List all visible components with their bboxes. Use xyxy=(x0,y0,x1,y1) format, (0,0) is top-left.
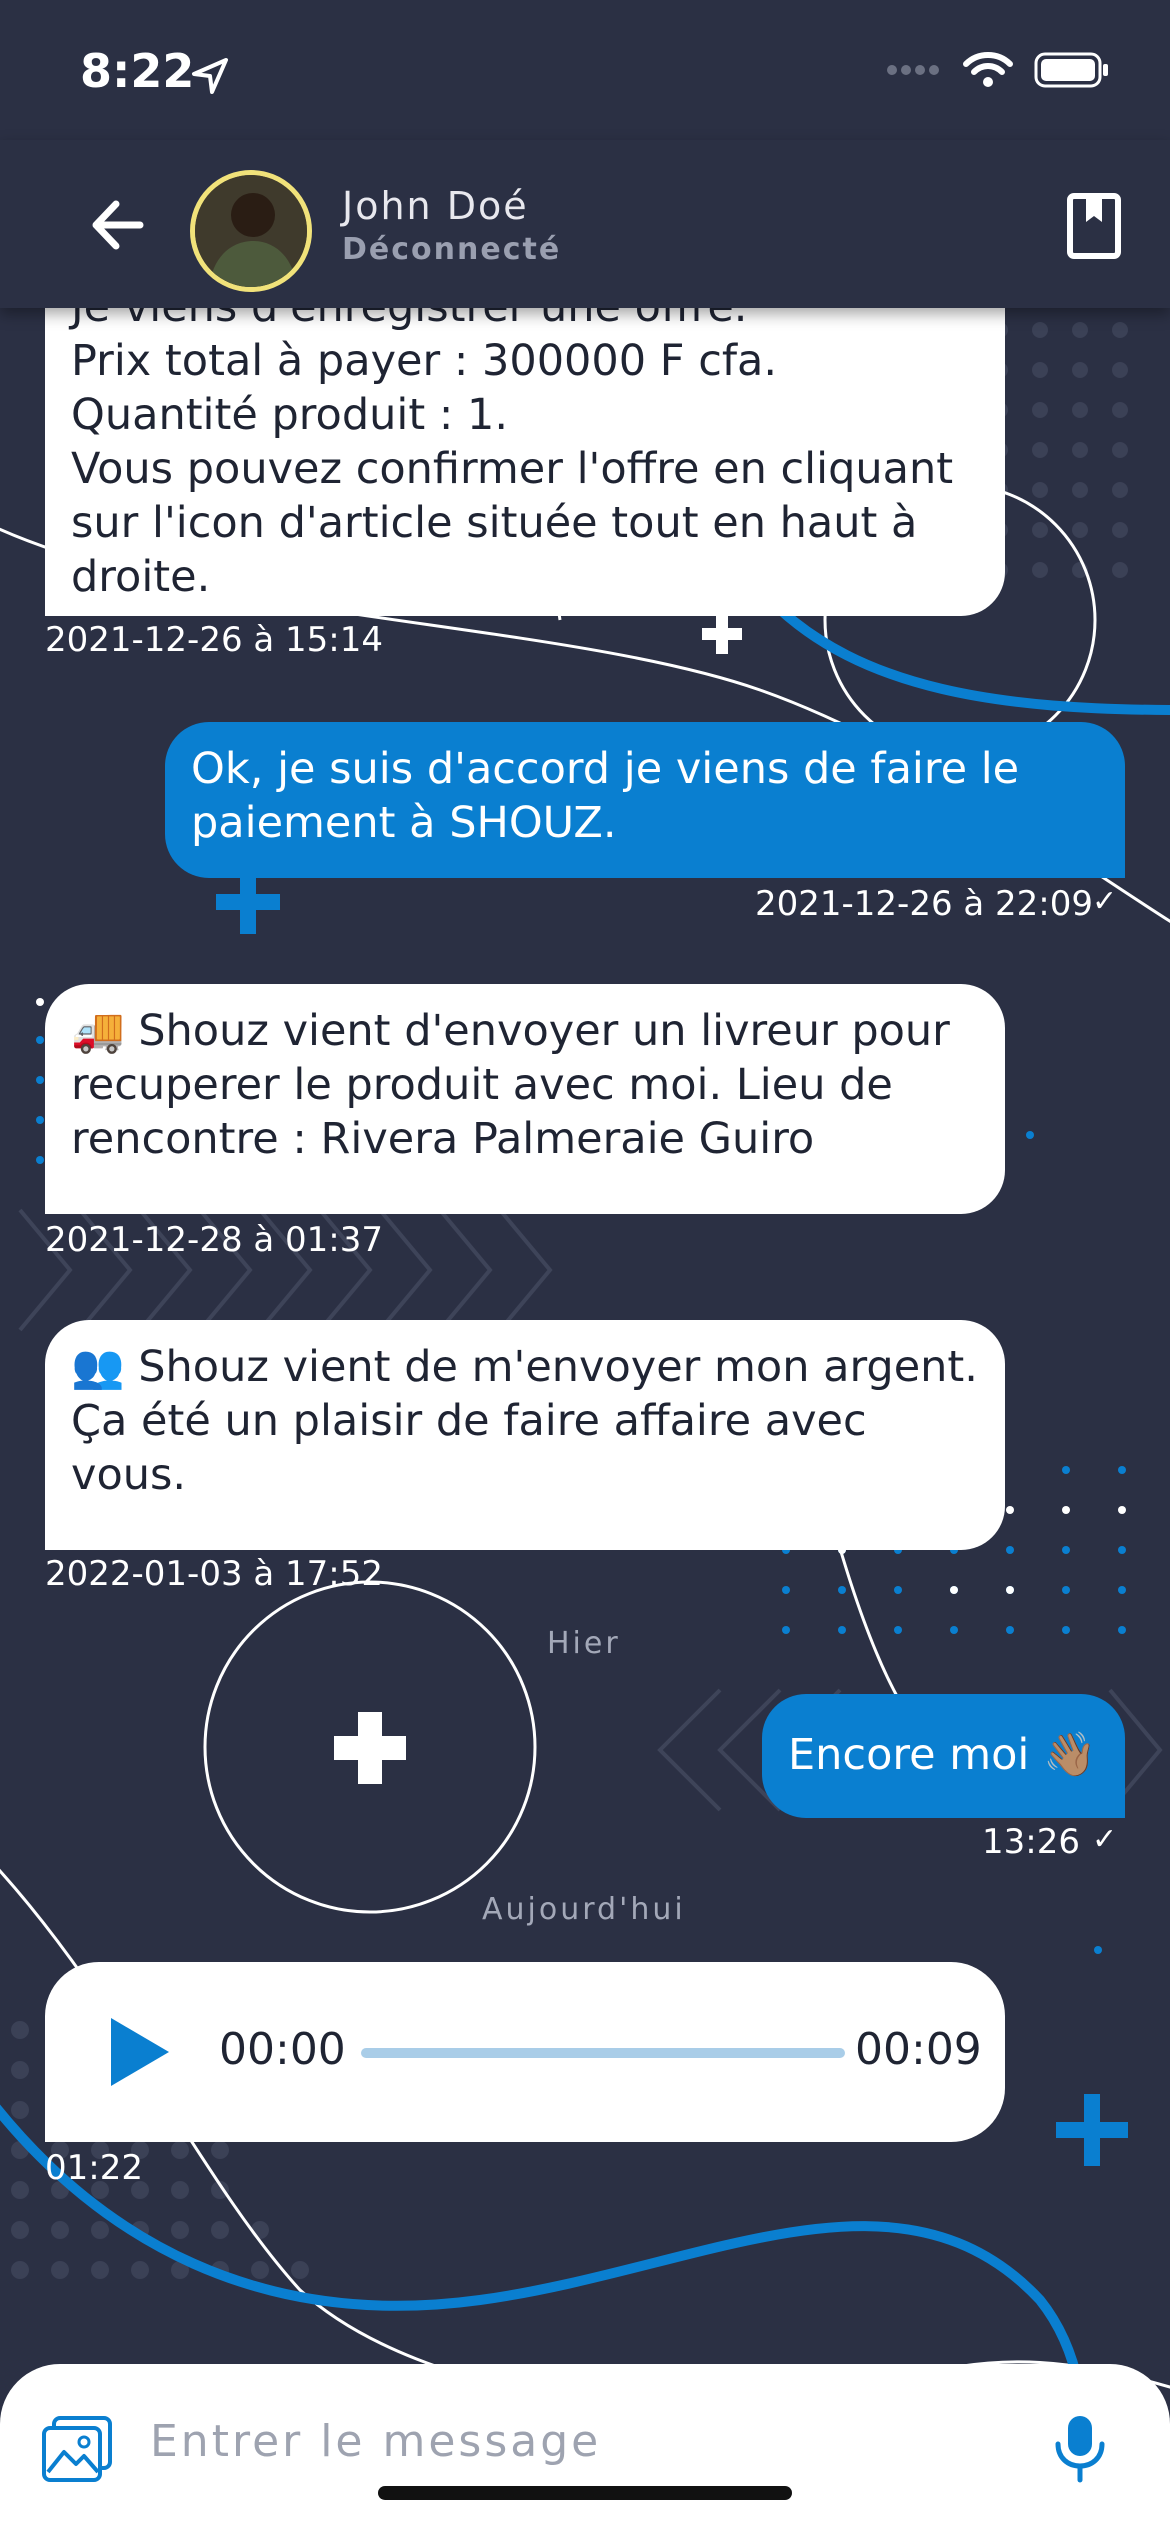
message-input[interactable] xyxy=(150,2406,1030,2476)
location-arrow-icon xyxy=(192,58,228,94)
audio-duration: 00:09 xyxy=(855,2024,982,2075)
battery-icon xyxy=(1034,52,1108,88)
status-bar: 8:22 xyxy=(0,0,1170,140)
message-text: 👥 Shouz vient de m'envoyer mon argent. Ç… xyxy=(71,1342,978,1500)
message-composer xyxy=(0,2364,1170,2532)
audio-current-time: 00:00 xyxy=(219,2024,346,2075)
message-bubble-incoming[interactable]: 🚚 Shouz vient d'envoyer un livreur pour … xyxy=(45,984,1005,1214)
audio-message-bubble: 00:00 00:09 xyxy=(45,1962,1005,2142)
date-divider-today: Aujourd'hui xyxy=(482,1892,686,1927)
message-timestamp: 2021-12-26 à 22:09 xyxy=(755,884,1094,924)
arrow-left-icon[interactable] xyxy=(84,190,154,260)
cellular-signal-icon xyxy=(887,65,939,75)
status-time: 8:22 xyxy=(80,44,195,98)
avatar[interactable] xyxy=(190,170,312,292)
message-bubble-outgoing[interactable]: Encore moi 👋🏽 xyxy=(762,1694,1125,1818)
people-icon: 👥 xyxy=(71,1342,125,1392)
home-indicator xyxy=(378,2486,792,2500)
wifi-icon xyxy=(963,52,1013,87)
contact-status: Déconnecté xyxy=(342,232,562,267)
microphone-icon[interactable] xyxy=(1050,2412,1110,2484)
message-timestamp: 2021-12-26 à 15:14 xyxy=(45,620,384,660)
message-bubble-incoming[interactable]: 👥 Shouz vient de m'envoyer mon argent. Ç… xyxy=(45,1320,1005,1550)
message-bubble-outgoing[interactable]: Ok, je suis d'accord je viens de faire l… xyxy=(165,722,1125,878)
message-text: Je viens d'enregistrer une offre. Prix t… xyxy=(71,282,954,602)
status-indicators xyxy=(886,50,1110,90)
play-icon[interactable] xyxy=(105,2014,175,2090)
message-timestamp: 2022-01-03 à 17:52 xyxy=(45,1554,384,1594)
chat-header: John Doé Déconnecté xyxy=(0,140,1170,308)
message-text: 🚚 Shouz vient d'envoyer un livreur pour … xyxy=(71,1006,950,1164)
read-check-icon: ✓ xyxy=(1092,884,1118,919)
delivery-truck-icon: 🚚 xyxy=(71,1006,125,1056)
audio-seek-bar[interactable] xyxy=(361,2048,845,2058)
message-timestamp: 01:22 xyxy=(45,2148,143,2188)
message-text: Ok, je suis d'accord je viens de faire l… xyxy=(191,744,1020,848)
date-divider-yesterday: Hier xyxy=(547,1626,621,1661)
message-timestamp: 2021-12-28 à 01:37 xyxy=(45,1220,384,1260)
gallery-icon[interactable] xyxy=(40,2414,114,2484)
bookmark-book-icon[interactable] xyxy=(1066,192,1126,260)
avatar-photo xyxy=(195,175,307,287)
contact-name: John Doé xyxy=(342,184,529,228)
message-timestamp: 13:26 xyxy=(982,1822,1080,1862)
read-check-icon: ✓ xyxy=(1092,1822,1118,1857)
message-text: Encore moi 👋🏽 xyxy=(788,1730,1097,1780)
